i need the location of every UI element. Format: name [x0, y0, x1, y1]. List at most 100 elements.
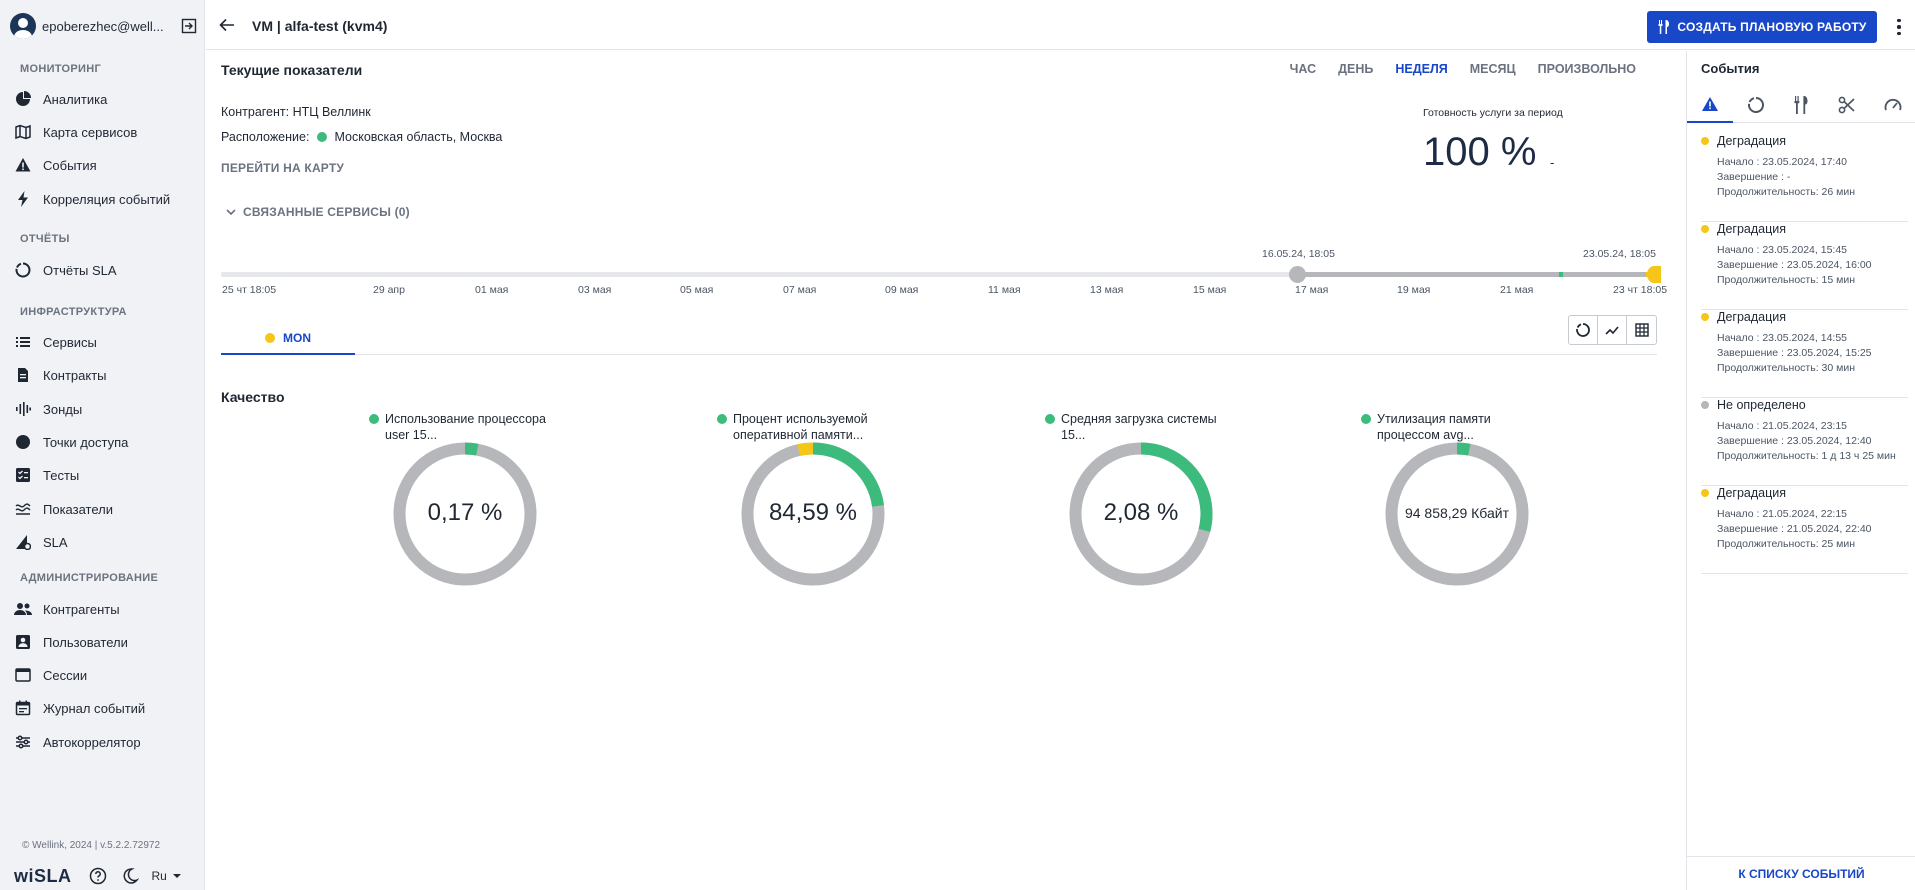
event-end: Завершение : 23.05.2024, 12:40	[1717, 435, 1872, 447]
tab-mon[interactable]: MON	[221, 323, 355, 355]
location-info: Расположение: Московская область, Москва	[221, 130, 502, 144]
moon-icon[interactable]	[120, 866, 140, 886]
tab-events-performance[interactable]	[1870, 86, 1915, 123]
event-item[interactable]: Деградация Начало : 23.05.2024, 14:55 Заве…	[1701, 310, 1908, 398]
sidebar-item-services[interactable]: Сервисы	[14, 331, 199, 353]
period-tab[interactable]: ДЕНЬ	[1338, 62, 1373, 76]
event-item[interactable]: Не определено Начало : 21.05.2024, 23:15 З…	[1701, 398, 1908, 486]
checklist-icon	[14, 466, 32, 484]
location-value: Московская область, Москва	[334, 130, 503, 144]
go-to-map-link[interactable]: ПЕРЕЙТИ НА КАРТУ	[221, 161, 344, 175]
timeline-selected-range	[1297, 272, 1652, 277]
line-chart-view-button[interactable]	[1598, 316, 1627, 344]
tab-events-maintenance[interactable]	[1779, 86, 1825, 123]
event-end: Завершение : 23.05.2024, 15:25	[1717, 347, 1872, 359]
tools-icon	[1794, 95, 1808, 114]
period-tab[interactable]: ПРОИЗВОЛЬНО	[1538, 62, 1636, 76]
help-icon[interactable]	[88, 866, 108, 886]
nav-section-reports: ОТЧЁТЫ	[20, 233, 70, 245]
gauge-title-text: Средняя загрузка системы 15...	[1061, 411, 1217, 443]
timeline-end-handle[interactable]	[1647, 266, 1661, 283]
sidebar-item-events[interactable]: События	[14, 154, 199, 176]
event-end: Завершение : -	[1717, 171, 1791, 183]
event-duration: Продолжительность: 1 д 13 ч 25 мин	[1717, 450, 1896, 462]
event-start: Начало : 21.05.2024, 23:15	[1717, 420, 1847, 432]
period-tab[interactable]: ЧАС	[1290, 62, 1317, 76]
period-tab[interactable]: НЕДЕЛЯ	[1395, 62, 1447, 76]
sidebar-item-autocorrelator[interactable]: Автокоррелятор	[14, 731, 199, 753]
speedometer-icon	[1884, 98, 1902, 110]
list-icon	[14, 333, 32, 351]
sidebar-item-access-points[interactable]: Точки доступа	[14, 431, 199, 453]
timeline-tick-label: 25 чт 18:05	[222, 284, 277, 296]
events-list-link[interactable]: К СПИСКУ СОБЫТИЙ	[1687, 856, 1915, 890]
sidebar-item-sla-reports[interactable]: Отчёты SLA	[14, 259, 199, 281]
back-arrow-icon[interactable]	[218, 16, 238, 36]
sidebar-item-contracts[interactable]: Контракты	[14, 364, 199, 386]
timeline-tick-label: 03 мая	[578, 284, 612, 296]
table-view-button[interactable]	[1627, 316, 1656, 344]
timeline-tick-label: 07 мая	[783, 284, 817, 296]
gauge-title-line: Использование процессора	[385, 412, 546, 426]
gauge-card[interactable]: Утилизация памяти процессом avg... 94 858,…	[1361, 411, 1621, 586]
timeline-start-handle[interactable]	[1289, 266, 1306, 283]
location-label: Расположение:	[221, 130, 310, 144]
sidebar-item-users[interactable]: Пользователи	[14, 631, 199, 653]
quality-title: Качество	[221, 389, 285, 405]
people-icon	[14, 600, 32, 618]
gauge-title: Процент используемой оперативной памяти..…	[717, 411, 868, 443]
event-item[interactable]: Деградация Начало : 23.05.2024, 17:40 Заве…	[1701, 134, 1908, 222]
timeline-tick-label: 01 мая	[475, 284, 509, 296]
event-status-label: Деградация	[1717, 134, 1787, 148]
tools-icon	[1658, 20, 1670, 34]
event-item[interactable]: Деградация Начало : 23.05.2024, 15:45 Заве…	[1701, 222, 1908, 310]
tab-events-cuts[interactable]	[1824, 86, 1870, 123]
gauge-card[interactable]: Использование процессора user 15... 0,17 %	[369, 411, 629, 586]
calendar-icon	[14, 699, 32, 717]
tab-events-sla[interactable]	[1733, 86, 1779, 123]
gauge-status-dot	[1361, 414, 1371, 424]
gauge-card[interactable]: Процент используемой оперативной памяти..…	[717, 411, 977, 586]
sidebar-item-analytics[interactable]: Аналитика	[14, 88, 199, 110]
events-title: События	[1701, 61, 1760, 76]
sidebar-item-tests[interactable]: Тесты	[14, 464, 199, 486]
table-icon	[1634, 323, 1649, 337]
sidebar-item-event-log[interactable]: Журнал событий	[14, 697, 199, 719]
create-planned-work-button[interactable]: СОЗДАТЬ ПЛАНОВУЮ РАБОТУ	[1647, 11, 1877, 43]
gauge-view-button[interactable]	[1569, 316, 1598, 344]
gauge-status-dot	[717, 414, 727, 424]
tab-events-warnings[interactable]	[1687, 86, 1733, 123]
event-start: Начало : 23.05.2024, 17:40	[1717, 156, 1847, 168]
availability-delta: -	[1550, 155, 1555, 170]
event-status-label: Деградация	[1717, 486, 1787, 500]
logout-icon[interactable]	[180, 17, 198, 35]
user-card-icon	[14, 633, 32, 651]
gauge-card[interactable]: Средняя загрузка системы 15... 2,08 %	[1045, 411, 1305, 586]
sidebar-item-sla[interactable]: SLA	[14, 531, 199, 553]
event-duration: Продолжительность: 15 мин	[1717, 274, 1856, 286]
gauge-title: Утилизация памяти процессом avg...	[1361, 411, 1491, 443]
period-tab[interactable]: МЕСЯЦ	[1470, 62, 1516, 76]
gauge-title-line: процессом avg...	[1377, 428, 1474, 442]
more-options-icon[interactable]	[1890, 16, 1908, 38]
sidebar-item-label: Сервисы	[43, 334, 97, 350]
sidebar-item-sessions[interactable]: Сессии	[14, 664, 199, 686]
sidebar-item-indicators[interactable]: Показатели	[14, 498, 199, 520]
event-item[interactable]: Деградация Начало : 21.05.2024, 22:15 Заве…	[1701, 486, 1908, 574]
language-select[interactable]: Ru	[152, 869, 182, 883]
sidebar-item-correlation[interactable]: Корреляция событий	[14, 188, 199, 210]
timeline-tick-label: 17 мая	[1295, 284, 1329, 296]
current-indicators-title: Текущие показатели	[221, 62, 363, 78]
event-end: Завершение : 21.05.2024, 22:40	[1717, 523, 1872, 535]
sidebar-item-probes[interactable]: Зонды	[14, 398, 199, 420]
timeline-tick-label: 13 мая	[1090, 284, 1124, 296]
timeline-tick-label: 21 мая	[1500, 284, 1534, 296]
nav-section-monitoring: МОНИТОРИНГ	[20, 63, 101, 75]
location-status-dot	[317, 132, 328, 142]
availability-value: 100 %	[1423, 130, 1537, 174]
sidebar-item-counterparties[interactable]: Контрагенты	[14, 598, 199, 620]
window-icon	[14, 666, 32, 684]
related-services-toggle[interactable]: СВЯЗАННЫЕ СЕРВИСЫ (0)	[225, 205, 410, 219]
sidebar-item-service-map[interactable]: Карта сервисов	[14, 121, 199, 143]
user-profile[interactable]: epoberezhec@well...	[10, 13, 198, 39]
